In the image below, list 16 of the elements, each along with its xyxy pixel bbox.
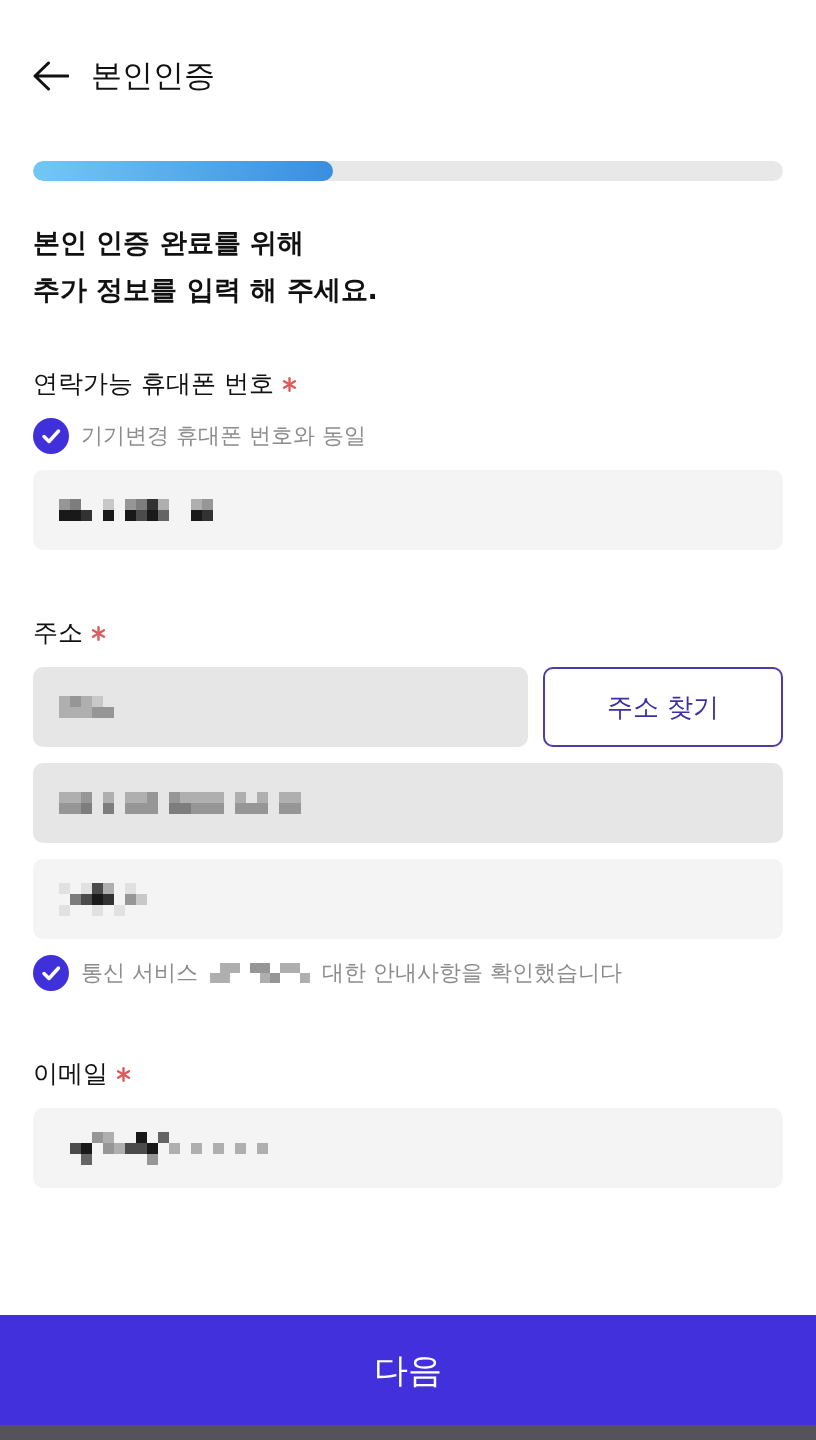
field-label: 이메일: [33, 1058, 108, 1090]
field-label: 주소: [33, 617, 83, 649]
back-arrow-icon[interactable]: [33, 61, 69, 91]
next-button[interactable]: 다음: [0, 1315, 816, 1425]
pixelated-value-drawing: [59, 696, 114, 718]
checkbox[interactable]: [33, 418, 69, 454]
checkbox[interactable]: [33, 955, 69, 991]
input-field[interactable]: [33, 859, 783, 939]
checkbox-label: 통신 서비스: [81, 958, 198, 987]
page-title: 본인인증: [91, 57, 215, 95]
field-label: 연락가능 휴대폰 번호: [33, 368, 274, 400]
instruction-heading: 본인 인증 완료를 위해 추가 정보를 입력 해 주세요.: [33, 226, 379, 307]
checkbox-label: 대한 안내사항을 확인했습니다: [322, 958, 622, 987]
input-field[interactable]: [33, 1108, 783, 1188]
input-field[interactable]: [33, 470, 783, 550]
checkbox-label: 기기변경 휴대폰 번호와 동일: [81, 421, 366, 450]
